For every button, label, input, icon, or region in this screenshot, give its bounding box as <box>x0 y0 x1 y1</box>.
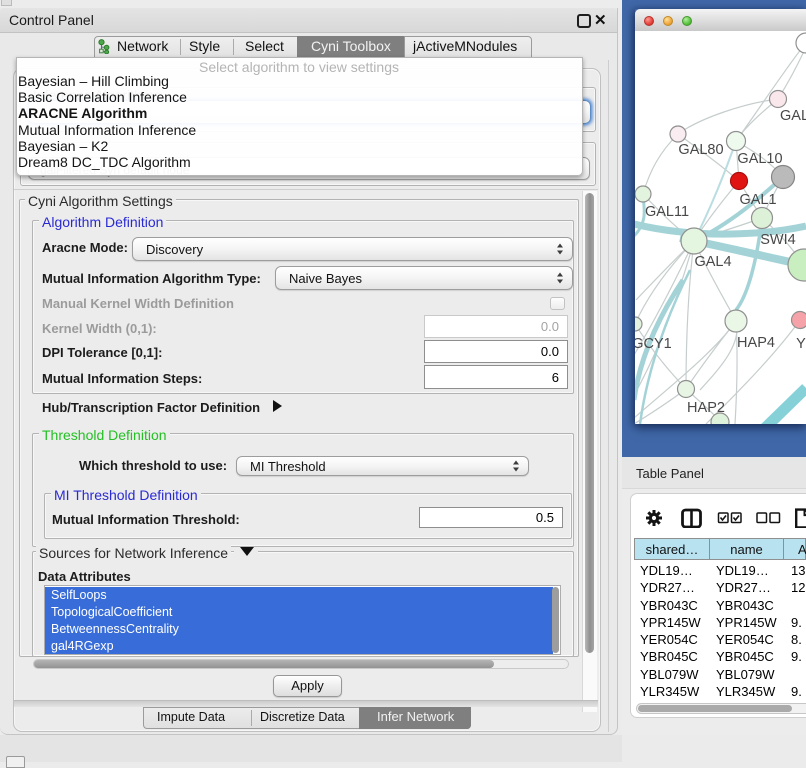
svg-text:Y: Y <box>796 336 806 352</box>
svg-text:GAL11: GAL11 <box>645 204 689 220</box>
svg-text:GAL1: GAL1 <box>739 192 776 208</box>
svg-text:SWI4: SWI4 <box>760 232 795 248</box>
svg-text:GCY1: GCY1 <box>635 336 672 352</box>
svg-text:GAL80: GAL80 <box>678 142 723 158</box>
svg-text:GAL4: GAL4 <box>694 254 731 270</box>
svg-text:GAL2: GAL2 <box>780 108 806 124</box>
svg-text:GAL10: GAL10 <box>737 151 782 167</box>
svg-text:HAP4: HAP4 <box>737 335 775 351</box>
svg-text:HAP2: HAP2 <box>687 400 725 416</box>
